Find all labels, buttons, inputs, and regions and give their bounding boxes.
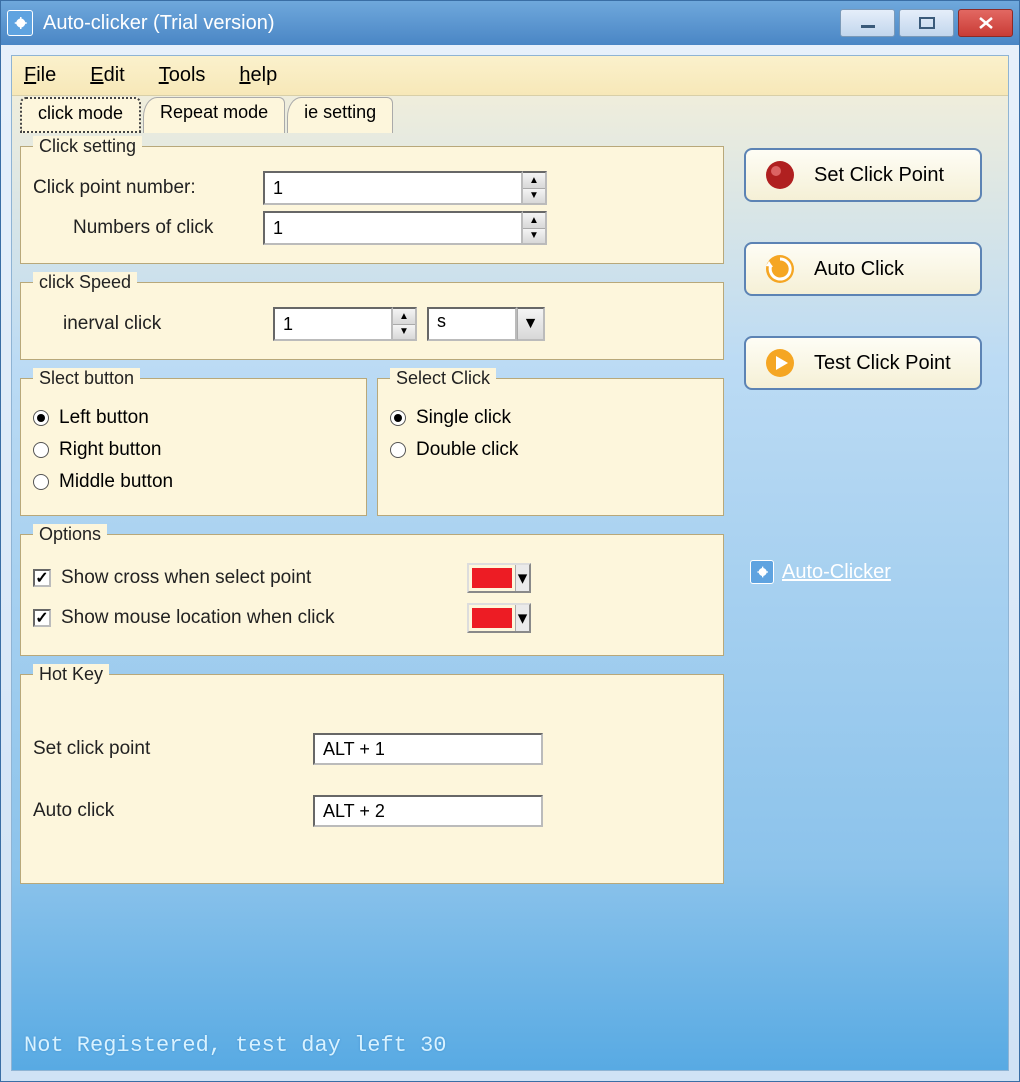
- tab-click-mode[interactable]: click mode: [20, 97, 141, 133]
- app-icon: [7, 10, 33, 36]
- hotkey-legend: Hot Key: [33, 664, 109, 685]
- radio-right-button[interactable]: Right button: [33, 439, 354, 461]
- show-cross-label: Show cross when select point: [61, 567, 311, 589]
- click-speed-group: click Speed inerval click ▲▼ s ▼: [20, 272, 724, 360]
- spin-down-icon[interactable]: ▼: [393, 325, 415, 340]
- hotkey-auto-label: Auto click: [33, 800, 313, 822]
- interval-spinner[interactable]: ▲▼: [273, 307, 417, 341]
- tab-bar: click mode Repeat mode ie setting: [12, 96, 1008, 132]
- color-swatch: [472, 568, 512, 588]
- menubar: File Edit Tools help: [12, 56, 1008, 96]
- spin-up-icon[interactable]: ▲: [523, 173, 545, 189]
- spin-down-icon[interactable]: ▼: [523, 229, 545, 244]
- window-controls: [840, 9, 1013, 37]
- interval-unit-select[interactable]: s ▼: [427, 307, 545, 341]
- interval-input[interactable]: [273, 307, 393, 341]
- click-setting-group: Click setting Click point number: ▲▼ Num…: [20, 136, 724, 264]
- radio-double-click[interactable]: Double click: [390, 439, 711, 461]
- status-text: Not Registered, test day left 30: [12, 1029, 1008, 1070]
- refresh-icon: [764, 253, 796, 285]
- titlebar: Auto-clicker (Trial version): [1, 1, 1019, 45]
- radio-single-click[interactable]: Single click: [390, 407, 711, 429]
- radio-icon: [390, 442, 406, 458]
- spin-up-icon[interactable]: ▲: [523, 213, 545, 229]
- select-button-group: Slect button Left button Right button Mi…: [20, 368, 367, 516]
- radio-icon: [33, 410, 49, 426]
- test-click-point-button[interactable]: Test Click Point: [744, 336, 982, 390]
- menu-file[interactable]: File: [24, 64, 56, 87]
- select-button-legend: Slect button: [33, 368, 140, 389]
- app-window: Auto-clicker (Trial version) File Edit T…: [0, 0, 1020, 1082]
- radio-icon: [33, 474, 49, 490]
- spin-up-icon[interactable]: ▲: [393, 309, 415, 325]
- client-area: File Edit Tools help click mode Repeat m…: [11, 55, 1009, 1071]
- hotkey-set-label: Set click point: [33, 738, 313, 760]
- options-legend: Options: [33, 524, 107, 545]
- numbers-of-click-label: Numbers of click: [33, 217, 263, 239]
- color-swatch: [472, 608, 512, 628]
- menu-edit[interactable]: Edit: [90, 64, 124, 87]
- tab-ie-setting[interactable]: ie setting: [287, 97, 393, 133]
- menu-help[interactable]: help: [239, 64, 277, 87]
- numbers-of-click-input[interactable]: [263, 211, 523, 245]
- click-point-number-input[interactable]: [263, 171, 523, 205]
- dropdown-arrow-icon[interactable]: ▼: [517, 307, 545, 341]
- auto-click-button[interactable]: Auto Click: [744, 242, 982, 296]
- main-panel: Click setting Click point number: ▲▼ Num…: [12, 132, 732, 1029]
- cross-color-picker[interactable]: ▾: [467, 563, 531, 593]
- click-point-number-label: Click point number:: [33, 177, 263, 199]
- show-mouse-label: Show mouse location when click: [61, 607, 335, 629]
- numbers-of-click-spinner[interactable]: ▲▼: [263, 211, 547, 245]
- minimize-button[interactable]: [840, 9, 895, 37]
- dropdown-arrow-icon[interactable]: ▾: [515, 605, 529, 631]
- radio-icon: [390, 410, 406, 426]
- mouse-color-picker[interactable]: ▾: [467, 603, 531, 633]
- click-setting-legend: Click setting: [33, 136, 142, 157]
- dropdown-arrow-icon[interactable]: ▾: [515, 565, 529, 591]
- options-group: Options Show cross when select point ▾ S…: [20, 524, 724, 656]
- window-title: Auto-clicker (Trial version): [43, 12, 840, 35]
- auto-clicker-link-area: Auto-Clicker: [750, 560, 990, 584]
- play-icon: [764, 347, 796, 379]
- interval-click-label: inerval click: [33, 313, 273, 335]
- hotkey-group: Hot Key Set click point Auto click: [20, 664, 724, 884]
- interval-unit-value: s: [427, 307, 517, 341]
- maximize-button[interactable]: [899, 9, 954, 37]
- click-speed-legend: click Speed: [33, 272, 137, 293]
- tab-repeat-mode[interactable]: Repeat mode: [143, 97, 285, 133]
- gear-icon: [750, 560, 774, 584]
- set-click-point-button[interactable]: Set Click Point: [744, 148, 982, 202]
- close-button[interactable]: [958, 9, 1013, 37]
- record-icon: [764, 159, 796, 191]
- auto-clicker-link[interactable]: Auto-Clicker: [782, 561, 891, 584]
- click-point-number-spinner[interactable]: ▲▼: [263, 171, 547, 205]
- side-panel: Set Click Point Auto Click Test Click Po…: [732, 132, 1008, 1029]
- select-click-group: Select Click Single click Double click: [377, 368, 724, 516]
- radio-left-button[interactable]: Left button: [33, 407, 354, 429]
- content-row: Click setting Click point number: ▲▼ Num…: [12, 132, 1008, 1029]
- radio-icon: [33, 442, 49, 458]
- spin-down-icon[interactable]: ▼: [523, 189, 545, 204]
- show-mouse-checkbox[interactable]: [33, 609, 51, 627]
- hotkey-auto-input[interactable]: [313, 795, 543, 827]
- menu-tools[interactable]: Tools: [159, 64, 206, 87]
- select-click-legend: Select Click: [390, 368, 496, 389]
- hotkey-set-input[interactable]: [313, 733, 543, 765]
- show-cross-checkbox[interactable]: [33, 569, 51, 587]
- radio-middle-button[interactable]: Middle button: [33, 471, 354, 493]
